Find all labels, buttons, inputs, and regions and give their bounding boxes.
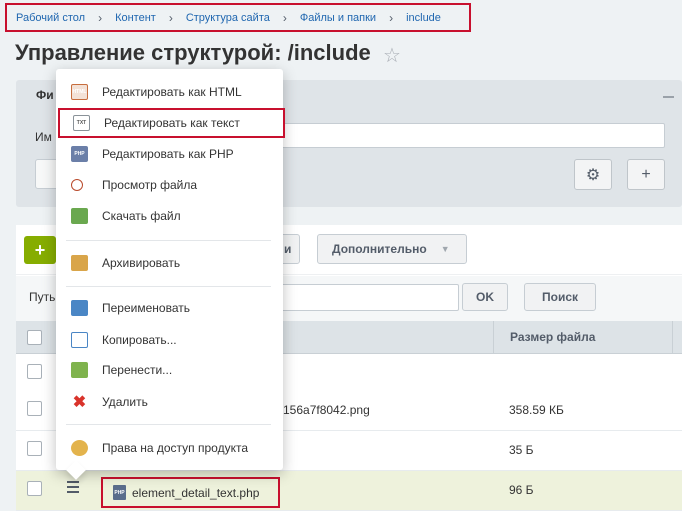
row-checkbox[interactable]: [27, 401, 42, 416]
permissions-icon: [71, 440, 88, 456]
breadcrumb-item-desktop[interactable]: Рабочий стол: [16, 12, 85, 24]
file-size: 358.59 КБ: [509, 403, 564, 417]
file-size: 96 Б: [509, 483, 534, 497]
page-title: Управление структурой: /include: [15, 40, 371, 65]
column-divider: [493, 321, 494, 354]
favorite-star-icon[interactable]: ☆: [383, 43, 401, 68]
file-name-cell[interactable]: PHP element_detail_text.php: [101, 477, 280, 508]
file-name[interactable]: element_detail_text.php: [132, 486, 259, 500]
row-checkbox[interactable]: [27, 481, 42, 496]
row-checkbox[interactable]: [27, 364, 42, 379]
column-divider: [672, 321, 673, 354]
path-input[interactable]: [280, 284, 459, 311]
breadcrumb: Рабочий стол › Контент › Структура сайта…: [5, 3, 471, 32]
php-file-icon: PHP: [71, 146, 88, 162]
menu-item-edit-php[interactable]: PHP Редактировать как PHP: [56, 140, 283, 168]
menu-item-download[interactable]: Скачать файл: [56, 202, 283, 230]
menu-item-label: Перенести...: [102, 363, 173, 377]
collapse-icon[interactable]: [663, 96, 674, 98]
move-icon: [71, 362, 88, 378]
breadcrumb-separator: ›: [389, 10, 394, 25]
filter-settings-button[interactable]: ⚙: [574, 159, 612, 190]
filter-field-label: Им: [35, 130, 52, 144]
file-size: 35 Б: [509, 443, 534, 457]
breadcrumb-separator: ›: [168, 10, 173, 25]
menu-item-move[interactable]: Перенести...: [56, 356, 283, 384]
menu-item-label: Скачать файл: [102, 209, 181, 223]
gear-icon: ⚙: [585, 166, 601, 184]
chevron-down-icon: ▼: [440, 244, 450, 254]
select-all-checkbox[interactable]: [27, 330, 42, 345]
menu-divider: [66, 240, 271, 241]
breadcrumb-item-site-structure[interactable]: Структура сайта: [186, 12, 270, 24]
menu-item-copy[interactable]: Копировать...: [56, 326, 283, 354]
menu-item-label: Удалить: [102, 395, 148, 409]
breadcrumb-item-include[interactable]: include: [406, 12, 441, 24]
menu-item-rename[interactable]: Переименовать: [56, 294, 283, 322]
more-button-label: Дополнительно: [332, 242, 427, 256]
breadcrumb-separator: ›: [282, 10, 287, 25]
filter-add-button[interactable]: +: [627, 159, 665, 190]
add-button[interactable]: +: [24, 236, 56, 264]
download-icon: [71, 208, 88, 224]
breadcrumb-item-content[interactable]: Контент: [115, 12, 156, 24]
menu-item-edit-text[interactable]: TXT Редактировать как текст: [58, 108, 285, 138]
copy-icon: [71, 332, 88, 348]
menu-item-delete[interactable]: ✖ Удалить: [56, 388, 283, 416]
menu-divider: [66, 424, 271, 425]
menu-item-label: Архивировать: [102, 256, 181, 270]
breadcrumb-separator: ›: [98, 10, 103, 25]
php-file-icon: PHP: [113, 485, 126, 500]
rename-icon: [71, 300, 88, 316]
filter-name-input[interactable]: [262, 123, 665, 148]
breadcrumb-item-files-folders[interactable]: Файлы и папки: [300, 12, 376, 24]
menu-item-archive[interactable]: Архивировать: [56, 249, 283, 277]
menu-item-label: Права на доступ продукта: [102, 441, 248, 455]
magnifier-icon: [71, 179, 83, 191]
plus-icon: +: [641, 165, 651, 183]
archive-icon: [71, 255, 88, 271]
delete-icon: ✖: [72, 394, 87, 411]
menu-item-label: Копировать...: [102, 333, 177, 347]
menu-item-view-file[interactable]: Просмотр файла: [56, 171, 283, 199]
menu-item-edit-html[interactable]: HTML Редактировать как HTML: [56, 78, 283, 106]
column-header-size[interactable]: Размер файла: [510, 330, 595, 344]
filter-tab[interactable]: Фи: [36, 88, 54, 102]
ok-button[interactable]: OK: [462, 283, 508, 311]
menu-item-label: Переименовать: [102, 301, 190, 315]
menu-item-label: Просмотр файла: [102, 178, 198, 192]
menu-item-label: Редактировать как текст: [104, 116, 240, 130]
path-label: Путь: [29, 290, 56, 304]
row-checkbox[interactable]: [27, 441, 42, 456]
toolbar-partial-button-label: и: [284, 242, 292, 256]
menu-item-label: Редактировать как HTML: [102, 85, 242, 99]
menu-divider: [66, 286, 271, 287]
more-button[interactable]: Дополнительно ▼: [317, 234, 467, 264]
html-file-icon: HTML: [71, 84, 88, 100]
row-actions-menu-icon[interactable]: [67, 481, 79, 493]
search-button[interactable]: Поиск: [524, 283, 596, 311]
menu-item-label: Редактировать как PHP: [102, 147, 234, 161]
menu-item-permissions[interactable]: Права на доступ продукта: [56, 434, 283, 462]
txt-file-icon: TXT: [73, 115, 90, 131]
file-name[interactable]: 156a7f8042.png: [283, 403, 370, 417]
